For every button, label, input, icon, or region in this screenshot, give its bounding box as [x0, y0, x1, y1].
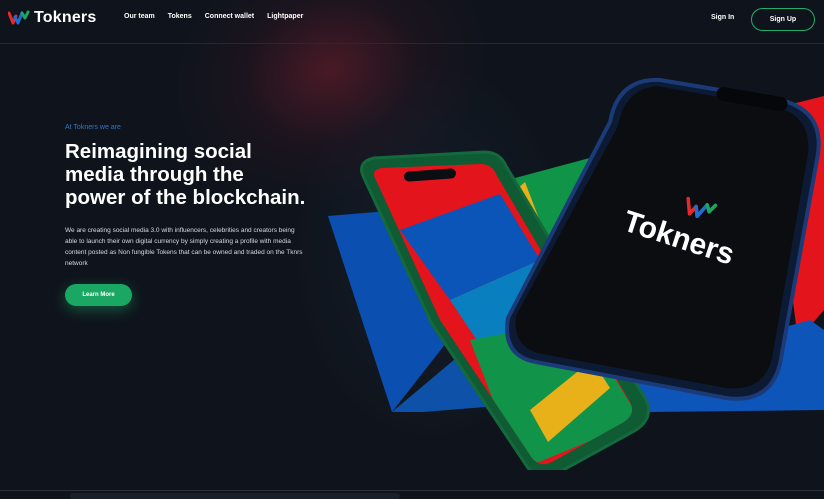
tokners-logo-icon — [8, 10, 30, 25]
next-section-preview — [70, 493, 400, 499]
nav-tokens[interactable]: Tokens — [168, 13, 192, 20]
sign-in-link[interactable]: Sign In — [711, 14, 734, 21]
nav-lightpaper[interactable]: Lightpaper — [267, 13, 303, 20]
hero-title-line-2: media through the — [65, 163, 244, 186]
hero-description: We are creating social media 3.0 with in… — [65, 227, 303, 267]
sign-up-button[interactable]: Sign Up — [751, 8, 815, 31]
hero-title-line-3: power of the blockchain. — [65, 186, 306, 209]
brand-logo[interactable]: Tokners — [8, 9, 96, 27]
hero-title: Reimagining social media through the pow… — [65, 140, 335, 209]
brand-name: Tokners — [34, 9, 97, 26]
hero-eyebrow: At Tokners we are — [65, 124, 121, 131]
hero-title-line-1: Reimagining social — [65, 140, 252, 163]
top-navbar: Tokners Our team Tokens Connect wallet L… — [0, 0, 824, 44]
hero-phones-illustration: Tokners — [328, 77, 824, 470]
nav-connect-wallet[interactable]: Connect wallet — [205, 13, 254, 20]
nav-our-team[interactable]: Our team — [124, 13, 155, 20]
main-nav: Our team Tokens Connect wallet Lightpape… — [124, 13, 303, 20]
hero-section: At Tokners we are Reimagining social med… — [65, 124, 335, 269]
section-divider — [0, 490, 824, 491]
learn-more-button[interactable]: Learn More — [65, 284, 132, 306]
